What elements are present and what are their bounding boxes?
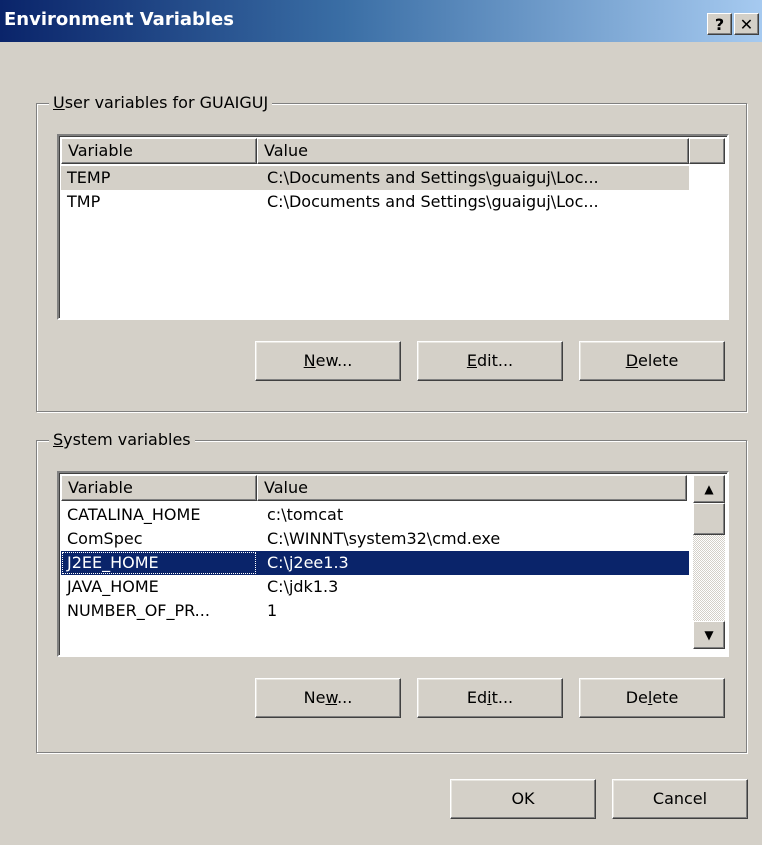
variable-value: 1 <box>267 601 278 620</box>
variable-value: C:\Documents and Settings\guaiguj\Loc... <box>267 168 599 187</box>
user-variables-group: User variables for GUAIGUJ Variable Valu… <box>36 93 747 412</box>
column-header-filler <box>689 138 725 164</box>
variable-value: C:\j2ee1.3 <box>267 553 349 572</box>
help-button[interactable]: ? <box>707 13 732 35</box>
user-delete-button[interactable]: Delete <box>579 341 725 381</box>
scroll-thumb[interactable] <box>693 503 725 535</box>
list-item[interactable]: ComSpec C:\WINNT\system32\cmd.exe <box>61 527 689 551</box>
system-list-header: Variable Value <box>61 475 687 501</box>
variable-value: C:\jdk1.3 <box>267 577 339 596</box>
variable-name: CATALINA_HOME <box>67 505 201 524</box>
window-title: Environment Variables <box>4 9 234 30</box>
user-new-button[interactable]: New... <box>255 341 401 381</box>
system-variables-legend: System variables <box>49 430 195 450</box>
cancel-button[interactable]: Cancel <box>612 779 748 819</box>
variable-name: TMP <box>67 192 101 211</box>
variable-name: TEMP <box>67 168 111 187</box>
close-button[interactable]: ✕ <box>734 13 759 35</box>
title-bar[interactable]: Environment Variables ? ✕ <box>0 0 762 42</box>
variable-value: c:\tomcat <box>267 505 344 524</box>
column-header-value[interactable]: Value <box>257 475 687 501</box>
system-variables-list[interactable]: Variable Value CATALINA_HOME c:\tomcat C… <box>57 471 729 657</box>
system-variables-group: System variables Variable Value CATALINA… <box>36 430 747 753</box>
system-delete-button[interactable]: Delete <box>579 678 725 718</box>
list-item[interactable]: TMP C:\Documents and Settings\guaiguj\Lo… <box>61 190 689 214</box>
user-edit-button[interactable]: Edit... <box>417 341 563 381</box>
scroll-up-button[interactable]: ▲ <box>693 475 725 503</box>
column-header-variable[interactable]: Variable <box>61 138 257 164</box>
column-header-value[interactable]: Value <box>257 138 689 164</box>
triangle-down-icon: ▼ <box>704 628 714 642</box>
list-item-selected[interactable]: J2EE_HOME C:\j2ee1.3 <box>61 551 689 575</box>
close-icon: ✕ <box>739 15 754 34</box>
user-variables-list[interactable]: Variable Value TEMP C:\Documents and Set… <box>57 134 729 320</box>
list-item[interactable]: JAVA_HOME C:\jdk1.3 <box>61 575 689 599</box>
triangle-up-icon: ▲ <box>704 482 714 496</box>
system-new-button[interactable]: New... <box>255 678 401 718</box>
scroll-down-button[interactable]: ▼ <box>693 621 725 649</box>
vertical-scrollbar[interactable]: ▲ ▼ <box>693 475 725 649</box>
list-item[interactable]: NUMBER_OF_PR... 1 <box>61 599 689 623</box>
variable-name: J2EE_HOME <box>61 551 257 575</box>
system-edit-button[interactable]: Edit... <box>417 678 563 718</box>
variable-name: ComSpec <box>67 529 143 548</box>
column-header-variable[interactable]: Variable <box>61 475 257 501</box>
variable-value: C:\Documents and Settings\guaiguj\Loc... <box>267 192 599 211</box>
list-item[interactable]: TEMP C:\Documents and Settings\guaiguj\L… <box>61 166 689 190</box>
ok-button[interactable]: OK <box>450 779 596 819</box>
variable-name: NUMBER_OF_PR... <box>67 601 210 620</box>
variable-name: JAVA_HOME <box>67 577 159 596</box>
user-list-header: Variable Value <box>61 138 725 164</box>
environment-variables-dialog: Environment Variables ? ✕ User variables… <box>0 0 762 845</box>
user-variables-legend: User variables for GUAIGUJ <box>49 93 273 113</box>
list-item[interactable]: CATALINA_HOME c:\tomcat <box>61 503 689 527</box>
variable-value: C:\WINNT\system32\cmd.exe <box>267 529 501 548</box>
